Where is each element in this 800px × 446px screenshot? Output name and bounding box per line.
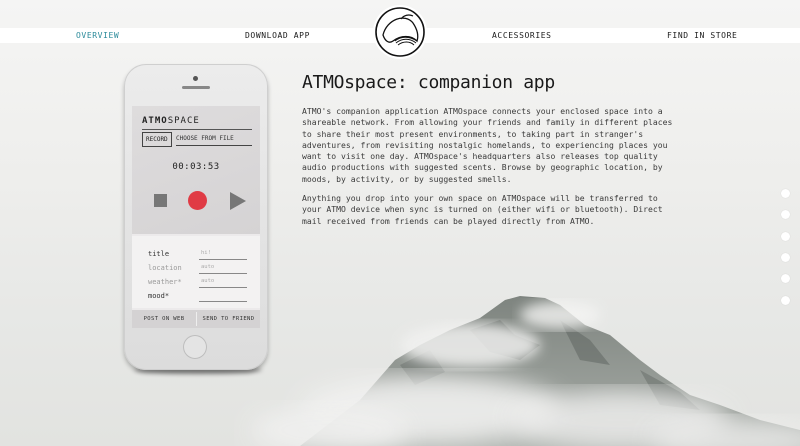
metadata-form: title hi! location auto weather* auto mo… — [132, 236, 260, 308]
title-label: title — [148, 250, 170, 258]
nav-download-app[interactable]: DOWNLOAD APP — [245, 29, 310, 42]
record-icon[interactable] — [188, 191, 207, 210]
phone-screen: ATMOSPACE RECORD CHOOSE FROM FILE 00:03:… — [132, 106, 260, 328]
pagination-dot[interactable] — [781, 253, 790, 262]
app-title-bold: ATMO — [142, 116, 168, 126]
send-to-friend-button[interactable]: SEND TO FRIEND — [197, 310, 260, 328]
location-field[interactable]: auto — [199, 263, 247, 274]
nav-accessories[interactable]: ACCESSORIES — [492, 29, 552, 42]
mood-label: mood* — [148, 292, 170, 300]
app-title-rest: SPACE — [167, 116, 200, 126]
phone-mockup: ATMOSPACE RECORD CHOOSE FROM FILE 00:03:… — [124, 64, 268, 370]
atmo-logo-icon[interactable] — [373, 5, 427, 59]
weather-row: weather* auto — [148, 278, 248, 290]
phone-speaker — [182, 86, 210, 89]
page-title: ATMOspace: companion app — [302, 72, 555, 93]
camera-dot — [193, 76, 198, 81]
pagination-dot[interactable] — [781, 296, 790, 305]
mood-row: mood* — [148, 292, 248, 304]
weather-field[interactable]: auto — [199, 277, 247, 288]
title-field[interactable]: hi! — [199, 249, 247, 260]
description-paragraph-1: ATMO's companion application ATMOspace c… — [302, 106, 673, 184]
description-paragraph-2: Anything you drop into your own space on… — [302, 193, 663, 226]
nav-overview[interactable]: OVERVIEW — [76, 29, 119, 42]
recording-timer: 00:03:53 — [172, 162, 220, 172]
stop-icon[interactable] — [154, 194, 167, 207]
location-row: location auto — [148, 264, 248, 276]
play-icon[interactable] — [230, 192, 246, 210]
divider — [142, 129, 252, 130]
pagination-dot[interactable] — [781, 232, 790, 241]
action-bar: POST ON WEB SEND TO FRIEND — [132, 310, 260, 328]
weather-label: weather* — [148, 278, 182, 286]
pagination-dot[interactable] — [781, 274, 790, 283]
record-tab-button[interactable]: RECORD — [142, 132, 172, 147]
title-row: title hi! — [148, 250, 248, 262]
app-title: ATMOSPACE — [142, 116, 200, 126]
home-button — [183, 335, 207, 359]
location-label: location — [148, 264, 182, 272]
nav-find-in-store[interactable]: FIND IN STORE — [667, 29, 737, 42]
mood-field[interactable] — [199, 291, 247, 302]
post-on-web-button[interactable]: POST ON WEB — [132, 310, 196, 328]
pagination-dot[interactable] — [781, 210, 790, 219]
pagination-dot[interactable] — [781, 189, 790, 198]
choose-from-file-button[interactable]: CHOOSE FROM FILE — [176, 132, 252, 146]
